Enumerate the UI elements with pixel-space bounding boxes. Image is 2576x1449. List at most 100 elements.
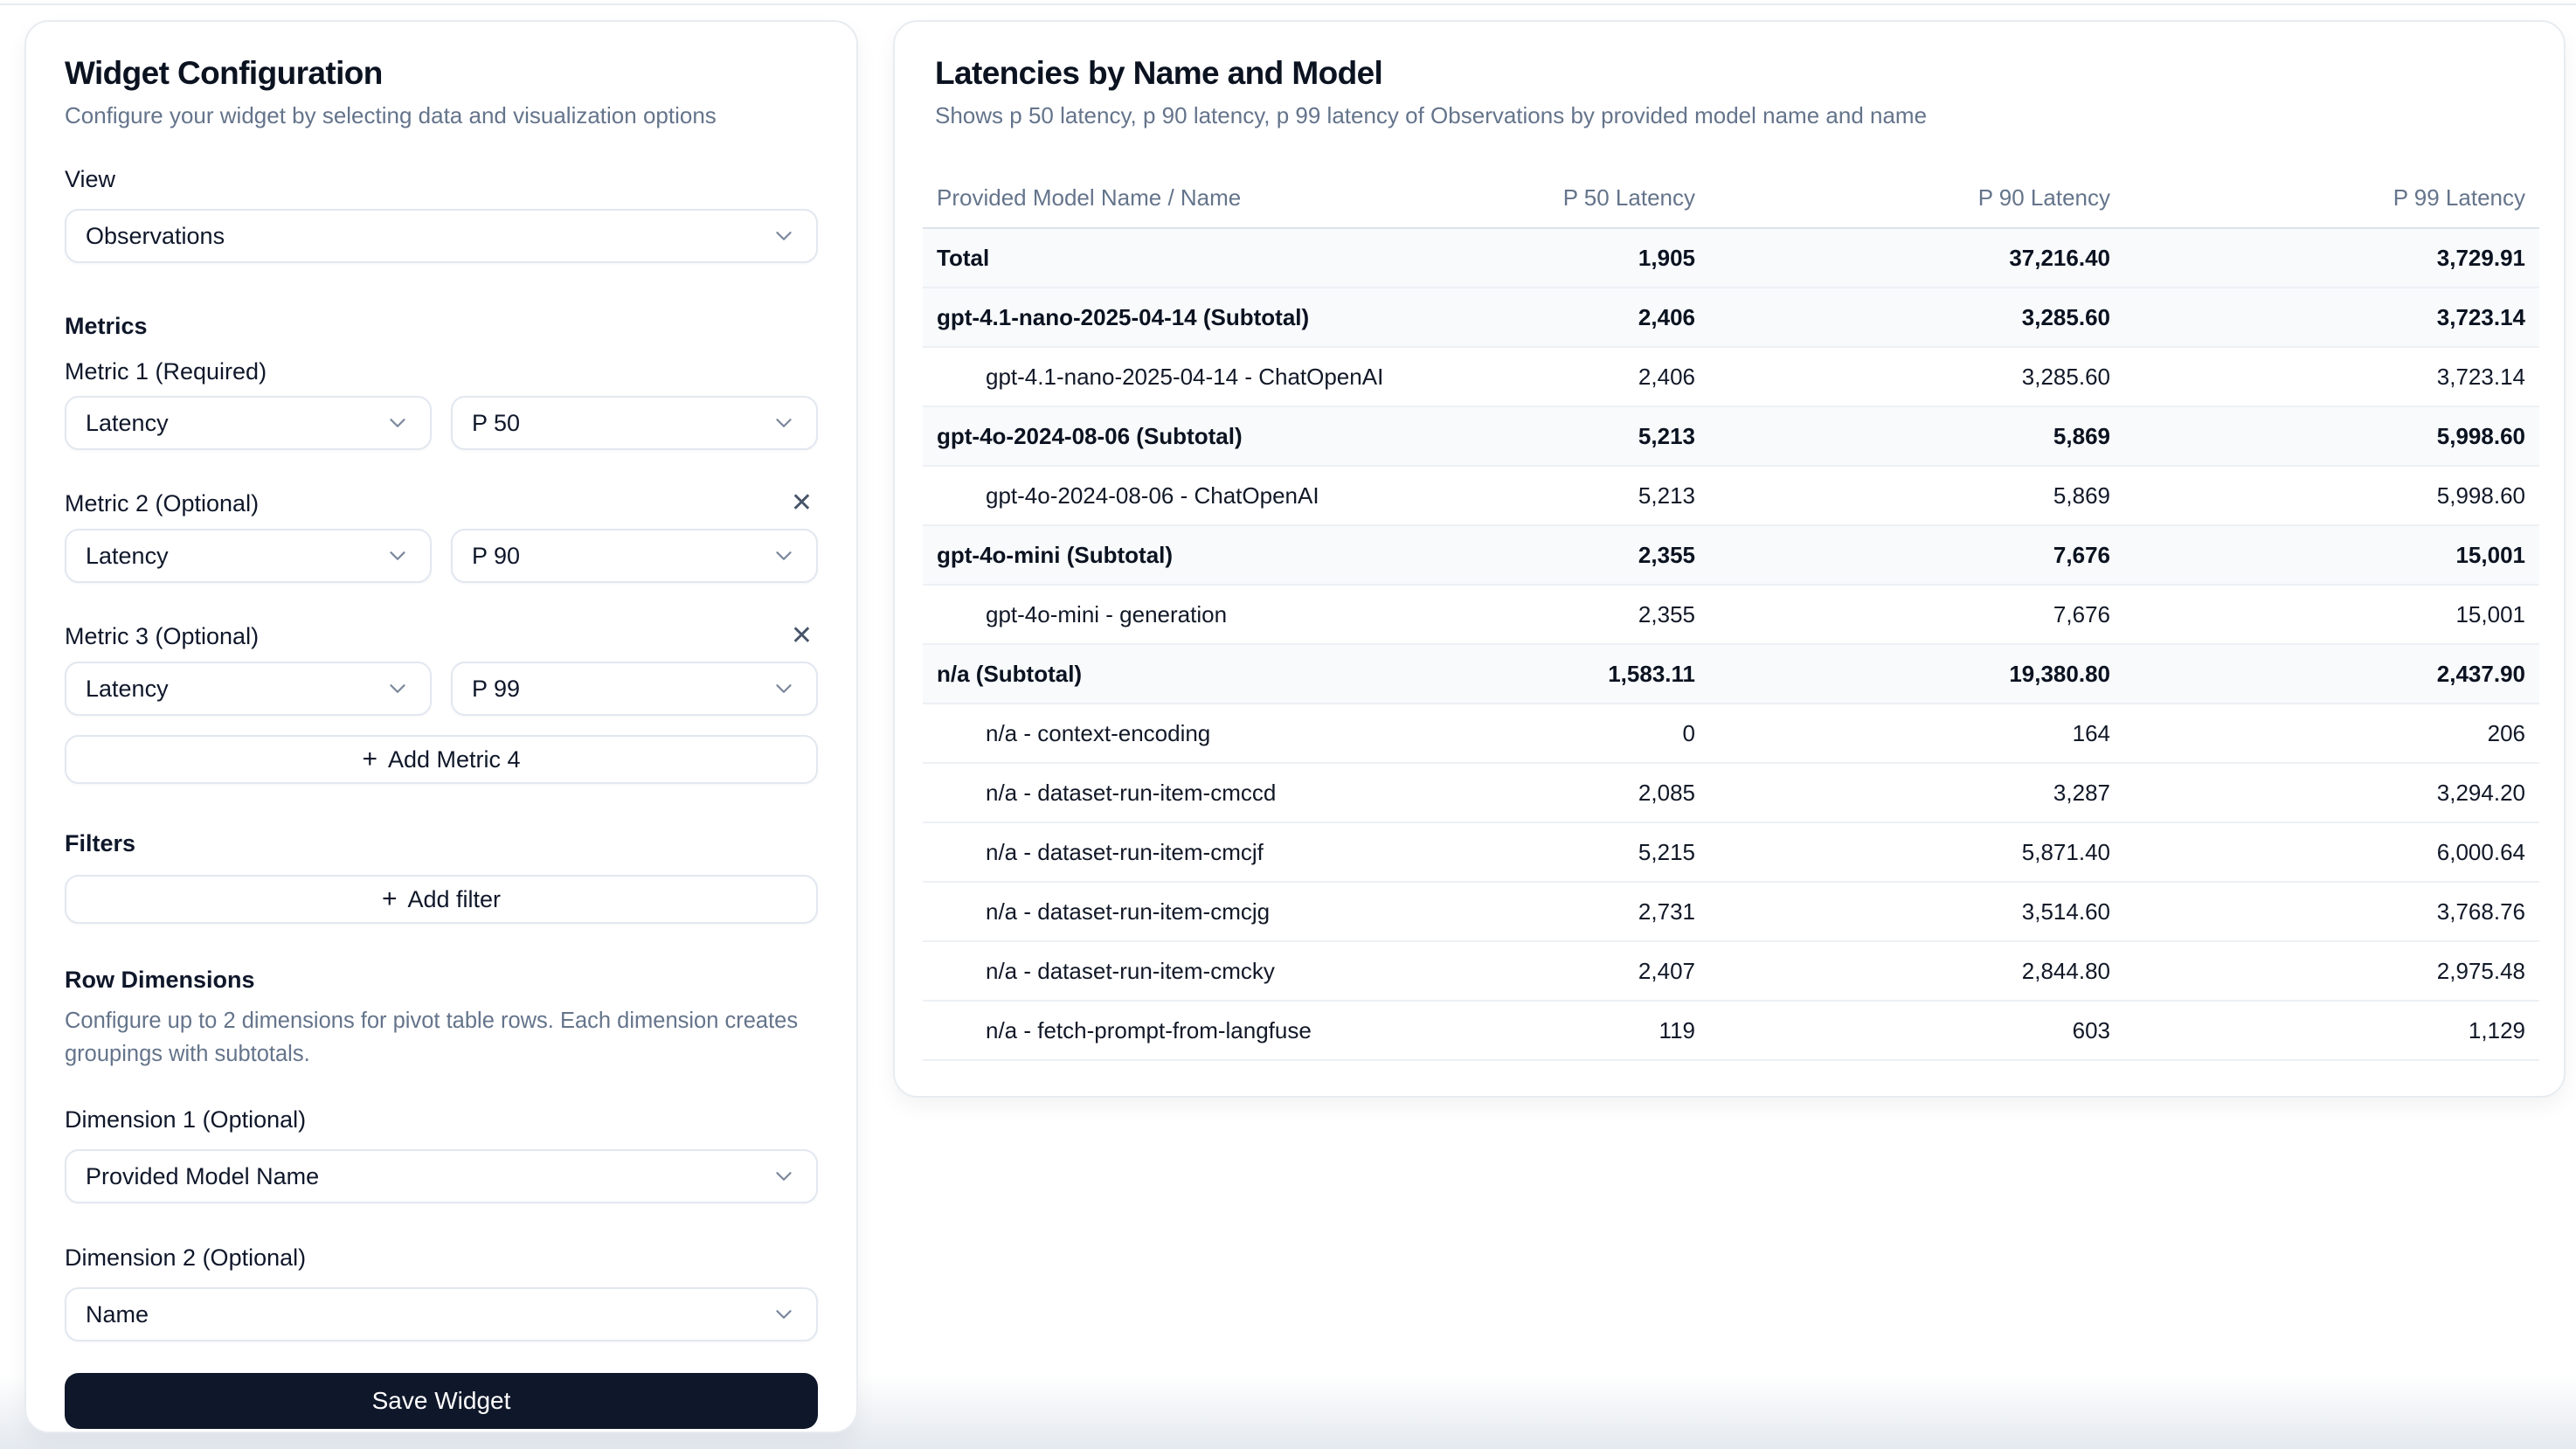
pivot-table-header-row: Provided Model Name / Name P 50 Latency … [923, 176, 2539, 228]
add-metric-button[interactable]: + Add Metric 4 [65, 735, 818, 784]
dimension-1-select[interactable]: Provided Model Name [65, 1149, 818, 1203]
metric-2-measure-select[interactable]: Latency [65, 529, 432, 583]
widget-configuration-panel: Widget Configuration Configure your widg… [24, 20, 858, 1433]
row-p50-cell: 119 [1412, 1001, 1709, 1060]
metric-2-measure-value: Latency [86, 543, 169, 570]
row-p99-cell: 3,723.14 [2124, 347, 2539, 406]
widget-preview-panel: Latencies by Name and Model Shows p 50 l… [893, 20, 2566, 1098]
add-filter-button[interactable]: + Add filter [65, 875, 818, 924]
dimension-2-select[interactable]: Name [65, 1287, 818, 1342]
table-row: n/a - dataset-run-item-cmccd 2,085 3,287… [923, 763, 2539, 822]
row-p90-cell: 5,871.40 [1709, 822, 2124, 882]
table-row: gpt-4o-2024-08-06 (Subtotal) 5,213 5,869… [923, 406, 2539, 466]
row-p99-cell: 2,437.90 [2124, 644, 2539, 704]
view-label: View [65, 165, 818, 193]
chevron-down-icon [771, 223, 797, 249]
table-row: gpt-4o-mini (Subtotal) 2,355 7,676 15,00… [923, 525, 2539, 585]
remove-metric-2-button[interactable]: ✕ [786, 489, 818, 518]
row-p99-cell: 5,998.60 [2124, 466, 2539, 525]
metrics-section-label: Metrics [65, 312, 818, 340]
row-p50-cell: 2,355 [1412, 585, 1709, 644]
row-p90-cell: 3,285.60 [1709, 288, 2124, 347]
metric-3-measure-value: Latency [86, 676, 169, 703]
row-p50-cell: 2,731 [1412, 882, 1709, 941]
row-p50-cell: 2,406 [1412, 288, 1709, 347]
row-p90-cell: 5,869 [1709, 406, 2124, 466]
column-header-p90: P 90 Latency [1709, 176, 2124, 228]
row-p50-cell: 5,215 [1412, 822, 1709, 882]
row-p50-cell: 5,213 [1412, 466, 1709, 525]
widget-subtitle: Shows p 50 latency, p 90 latency, p 99 l… [935, 101, 2536, 130]
row-p99-cell: 2,975.48 [2124, 941, 2539, 1001]
table-row: n/a (Subtotal) 1,583.11 19,380.80 2,437.… [923, 644, 2539, 704]
row-p99-cell: 5,998.60 [2124, 406, 2539, 466]
row-name-cell: gpt-4o-2024-08-06 - ChatOpenAI [923, 466, 1412, 525]
add-filter-label: Add filter [407, 886, 501, 913]
row-p90-cell: 3,287 [1709, 763, 2124, 822]
row-p99-cell: 3,723.14 [2124, 288, 2539, 347]
table-row: n/a - context-encoding 0 164 206 [923, 704, 2539, 763]
table-row: gpt-4o-mini - generation 2,355 7,676 15,… [923, 585, 2539, 644]
row-p50-cell: 2,085 [1412, 763, 1709, 822]
metric-3-aggregation-select[interactable]: P 99 [451, 662, 818, 716]
row-name-cell: n/a - dataset-run-item-cmcky [923, 941, 1412, 1001]
chevron-down-icon [771, 410, 797, 436]
chevron-down-icon [771, 1163, 797, 1189]
row-p90-cell: 164 [1709, 704, 2124, 763]
row-name-cell: n/a - fetch-prompt-from-langfuse [923, 1001, 1412, 1060]
metric-2-aggregation-select[interactable]: P 90 [451, 529, 818, 583]
row-p90-cell: 37,216.40 [1709, 228, 2124, 288]
row-p50-cell: 2,355 [1412, 525, 1709, 585]
view-select-value: Observations [86, 223, 225, 250]
close-icon: ✕ [791, 489, 813, 517]
row-name-cell: gpt-4.1-nano-2025-04-14 (Subtotal) [923, 288, 1412, 347]
row-p99-cell: 1,129 [2124, 1001, 2539, 1060]
row-p50-cell: 1,583.11 [1412, 644, 1709, 704]
table-row: gpt-4o-2024-08-06 - ChatOpenAI 5,213 5,8… [923, 466, 2539, 525]
row-p50-cell: 5,213 [1412, 406, 1709, 466]
row-p90-cell: 603 [1709, 1001, 2124, 1060]
table-row: n/a - fetch-prompt-from-langfuse 119 603… [923, 1001, 2539, 1060]
table-row: Total 1,905 37,216.40 3,729.91 [923, 228, 2539, 288]
remove-metric-3-button[interactable]: ✕ [786, 621, 818, 651]
view-select[interactable]: Observations [65, 209, 818, 263]
chevron-down-icon [384, 543, 411, 569]
metric-1-row: Latency P 50 [65, 396, 818, 450]
chevron-down-icon [384, 410, 411, 436]
row-dimensions-description: Configure up to 2 dimensions for pivot t… [65, 1004, 818, 1071]
row-name-cell: gpt-4o-2024-08-06 (Subtotal) [923, 406, 1412, 466]
plus-icon: + [382, 886, 398, 912]
row-name-cell: n/a - dataset-run-item-cmcjf [923, 822, 1412, 882]
chevron-down-icon [771, 543, 797, 569]
row-p90-cell: 3,514.60 [1709, 882, 2124, 941]
metric-3-row: Latency P 99 [65, 662, 818, 716]
save-widget-button[interactable]: Save Widget [65, 1373, 818, 1429]
row-name-cell: n/a (Subtotal) [923, 644, 1412, 704]
filters-section-label: Filters [65, 829, 818, 857]
metric-1-measure-select[interactable]: Latency [65, 396, 432, 450]
metric-2-label: Metric 2 (Optional) [65, 489, 259, 517]
table-row: gpt-4.1-nano-2025-04-14 - ChatOpenAI 2,4… [923, 347, 2539, 406]
row-p99-cell: 3,729.91 [2124, 228, 2539, 288]
metric-2-aggregation-value: P 90 [472, 543, 520, 570]
row-p90-cell: 7,676 [1709, 585, 2124, 644]
chevron-down-icon [771, 1301, 797, 1328]
metric-3-measure-select[interactable]: Latency [65, 662, 432, 716]
metric-1-aggregation-value: P 50 [472, 410, 520, 437]
config-panel-title: Widget Configuration [65, 53, 818, 94]
row-p99-cell: 6,000.64 [2124, 822, 2539, 882]
metric-1-aggregation-select[interactable]: P 50 [451, 396, 818, 450]
row-name-cell: gpt-4.1-nano-2025-04-14 - ChatOpenAI [923, 347, 1412, 406]
row-name-cell: n/a - dataset-run-item-cmcjg [923, 882, 1412, 941]
row-p90-cell: 2,844.80 [1709, 941, 2124, 1001]
dimension-1-value: Provided Model Name [86, 1163, 319, 1190]
row-p90-cell: 7,676 [1709, 525, 2124, 585]
widget-title: Latencies by Name and Model [935, 53, 2536, 94]
metric-1-label: Metric 1 (Required) [65, 357, 818, 385]
row-p99-cell: 15,001 [2124, 585, 2539, 644]
row-p50-cell: 2,406 [1412, 347, 1709, 406]
row-p99-cell: 206 [2124, 704, 2539, 763]
table-row: gpt-4.1-nano-2025-04-14 (Subtotal) 2,406… [923, 288, 2539, 347]
close-icon: ✕ [791, 621, 813, 650]
dimension-2-label: Dimension 2 (Optional) [65, 1244, 818, 1272]
